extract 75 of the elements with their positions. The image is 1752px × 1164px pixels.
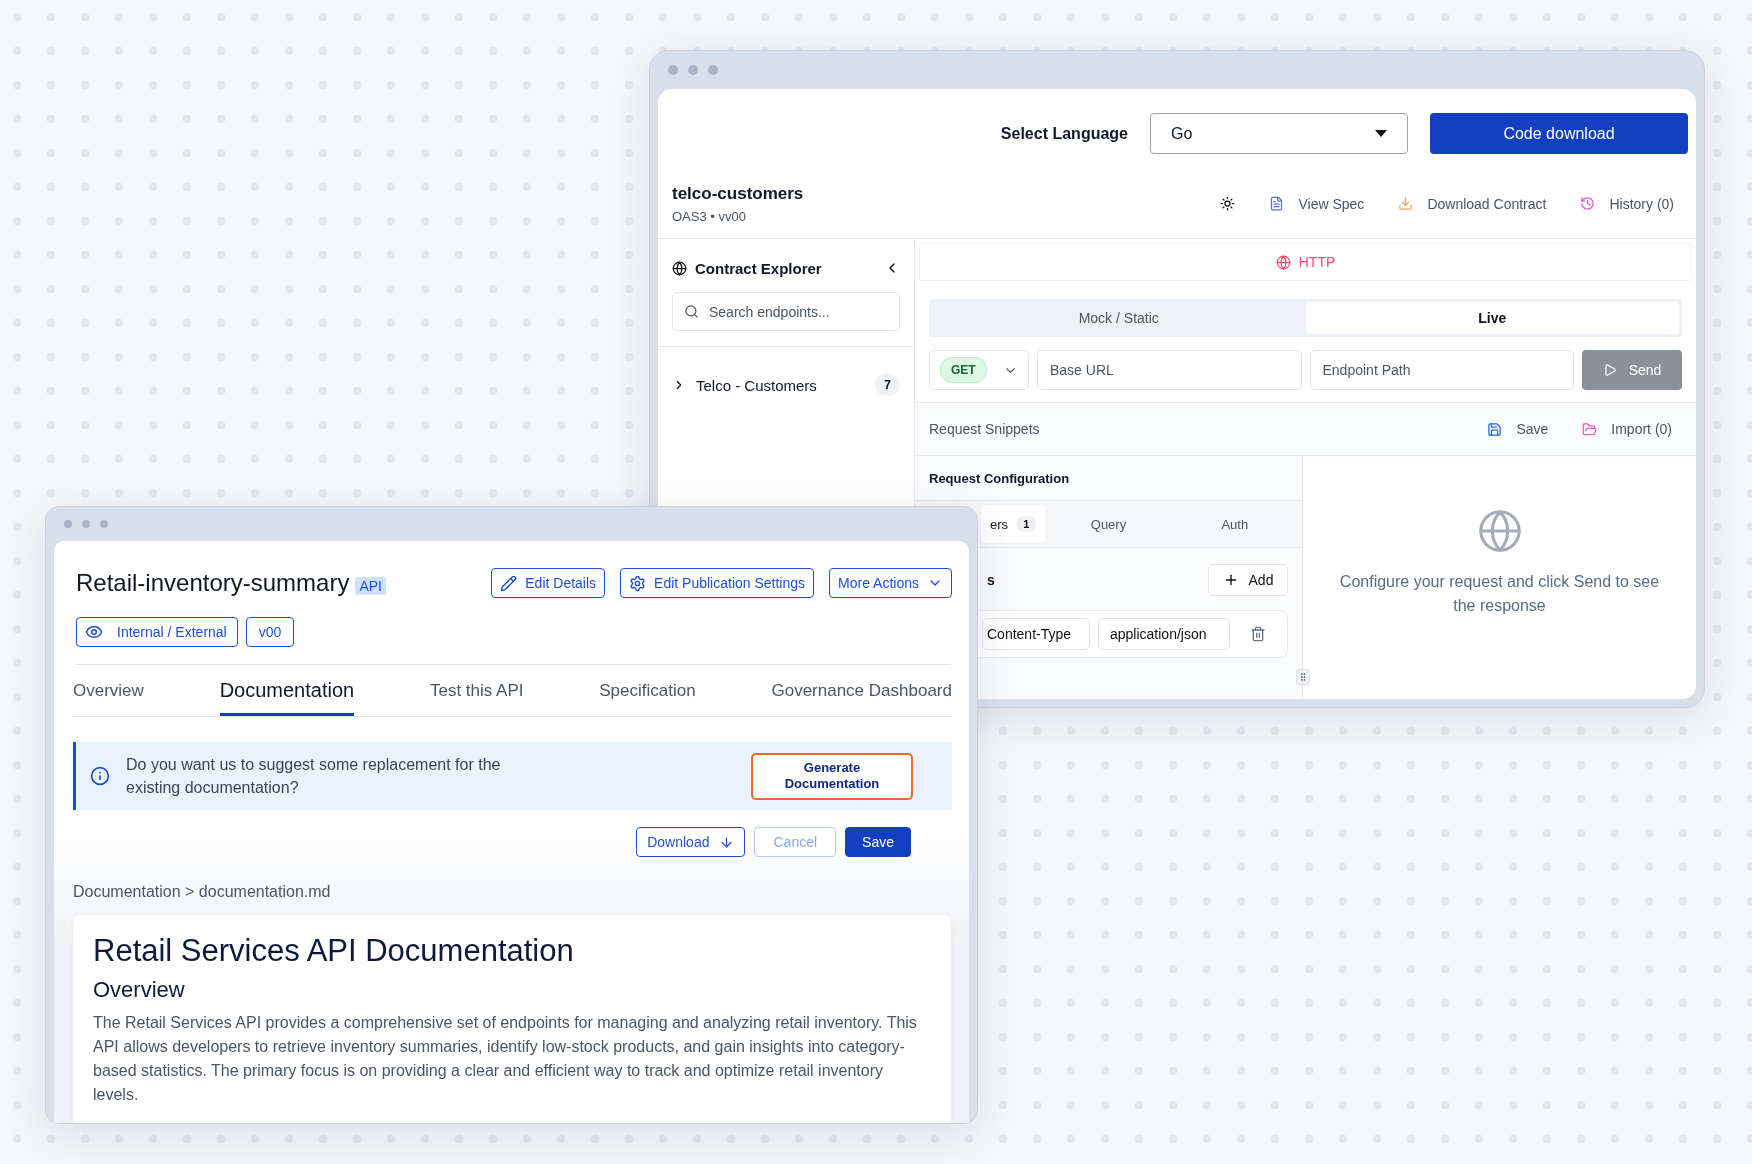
generate-button[interactable]: Generate Documentation — [751, 752, 913, 800]
window-dot-icon — [64, 520, 72, 528]
response-message: Configure your request and click Send to see the response — [1338, 571, 1661, 616]
window-dot-icon — [688, 65, 698, 75]
header-key-field[interactable]: Content-Type — [982, 618, 1090, 650]
section-label: s — [987, 572, 995, 588]
header-action[interactable]: Download Contract — [1398, 195, 1547, 212]
globe-icon — [1476, 507, 1523, 554]
base-url-field[interactable]: Base URL — [1037, 350, 1302, 390]
add-button[interactable]: Add — [1208, 564, 1288, 596]
snippets-title: Request Snippets — [929, 421, 1040, 437]
folder-icon — [1582, 421, 1598, 437]
history-icon — [1580, 196, 1596, 211]
language-label: Select Language — [1000, 124, 1128, 143]
window-dot-icon — [708, 65, 718, 75]
settings-icon — [629, 574, 647, 592]
snippet-action[interactable]: Save — [1487, 421, 1549, 437]
code-download-button[interactable]: Code download — [1430, 113, 1688, 154]
config-tab[interactable]: ers 1 — [981, 505, 1046, 543]
trash-icon[interactable] — [1250, 626, 1266, 642]
api-title: Retail-inventory-summary — [76, 569, 350, 596]
download-icon — [1398, 196, 1414, 211]
contract-title: telco-customers — [672, 183, 804, 204]
document-heading: Retail Services API Documentation — [93, 933, 575, 969]
header-action[interactable]: History (0) — [1580, 195, 1674, 212]
mode-tab[interactable]: Mock / Static — [932, 302, 1306, 334]
action-button[interactable]: More Actions — [829, 568, 952, 598]
tag-button[interactable]: Internal / External — [76, 617, 238, 647]
nav-tab[interactable]: Documentation — [219, 665, 355, 716]
document-paragraph: The Retail Services API provides a comprehensive set of endpoints for managing and analyzing retail inventory. This API allows developers to retrieve inventory summaries, identify low-stock products, and gain insights into category-based statistics. The primary focus is on providing a clear and efficient way to track and optimize retail inventory levels. — [93, 1013, 918, 1105]
document-icon — [1269, 196, 1285, 211]
header-action[interactable]: View Spec — [1269, 195, 1365, 212]
nav-tab[interactable]: Governance Dashboard — [771, 665, 952, 716]
config-title: Request Configuration — [929, 470, 1070, 486]
config-tab[interactable]: Auth — [1171, 505, 1298, 543]
nav-tab[interactable]: Overview — [73, 665, 144, 716]
pencil-icon — [500, 574, 518, 592]
breadcrumb: Documentation > documentation.md — [73, 883, 332, 901]
action-button[interactable]: Edit Publication Settings — [620, 568, 815, 598]
save-icon — [1487, 421, 1503, 437]
window-dot-icon — [668, 65, 678, 75]
banner-text: Do you want us to suggest some replacement for the existing documentation? — [126, 755, 502, 798]
language-select[interactable]: Go — [1150, 113, 1408, 154]
download-button[interactable]: Download — [636, 827, 746, 857]
api-badge: API — [355, 577, 386, 595]
resize-handle[interactable] — [1296, 669, 1310, 685]
header-value-field[interactable]: application/json — [1098, 618, 1230, 650]
mode-tab[interactable]: Live — [1305, 302, 1679, 334]
info-icon — [90, 766, 110, 786]
tag-button[interactable]: v00 — [245, 617, 295, 647]
save-button[interactable]: Save — [845, 827, 911, 857]
theme-icon[interactable] — [1220, 196, 1236, 211]
document-subheading: Overview — [93, 977, 186, 1003]
snippet-action[interactable]: Import (0) — [1582, 421, 1672, 437]
protocol-label: HTTP — [1298, 254, 1336, 270]
nav-tab[interactable]: Test this API — [429, 665, 524, 716]
arrow-down-icon — [719, 834, 735, 850]
globe-icon — [1275, 254, 1291, 270]
action-button[interactable]: Edit Details — [491, 568, 606, 598]
window-dot-icon — [100, 520, 108, 528]
search-field[interactable]: Search endpoints... — [672, 292, 900, 331]
explorer-title: Contract Explorer — [695, 259, 822, 277]
search-icon — [684, 304, 699, 319]
globe-icon — [672, 260, 687, 276]
endpoint-path-field[interactable]: Endpoint Path — [1309, 350, 1574, 390]
count-badge: 7 — [875, 374, 900, 396]
contract-meta: OAS3 • vv00 — [672, 208, 747, 224]
method-select[interactable]: GET — [929, 350, 1029, 390]
caret-icon — [1375, 130, 1387, 137]
window-dot-icon — [82, 520, 90, 528]
group-label[interactable]: Telco - Customers — [696, 376, 817, 394]
eye-icon — [85, 623, 103, 641]
nav-tab[interactable]: Specification — [599, 665, 696, 716]
config-tab[interactable]: Query — [1045, 505, 1172, 543]
play-icon — [1602, 363, 1617, 377]
